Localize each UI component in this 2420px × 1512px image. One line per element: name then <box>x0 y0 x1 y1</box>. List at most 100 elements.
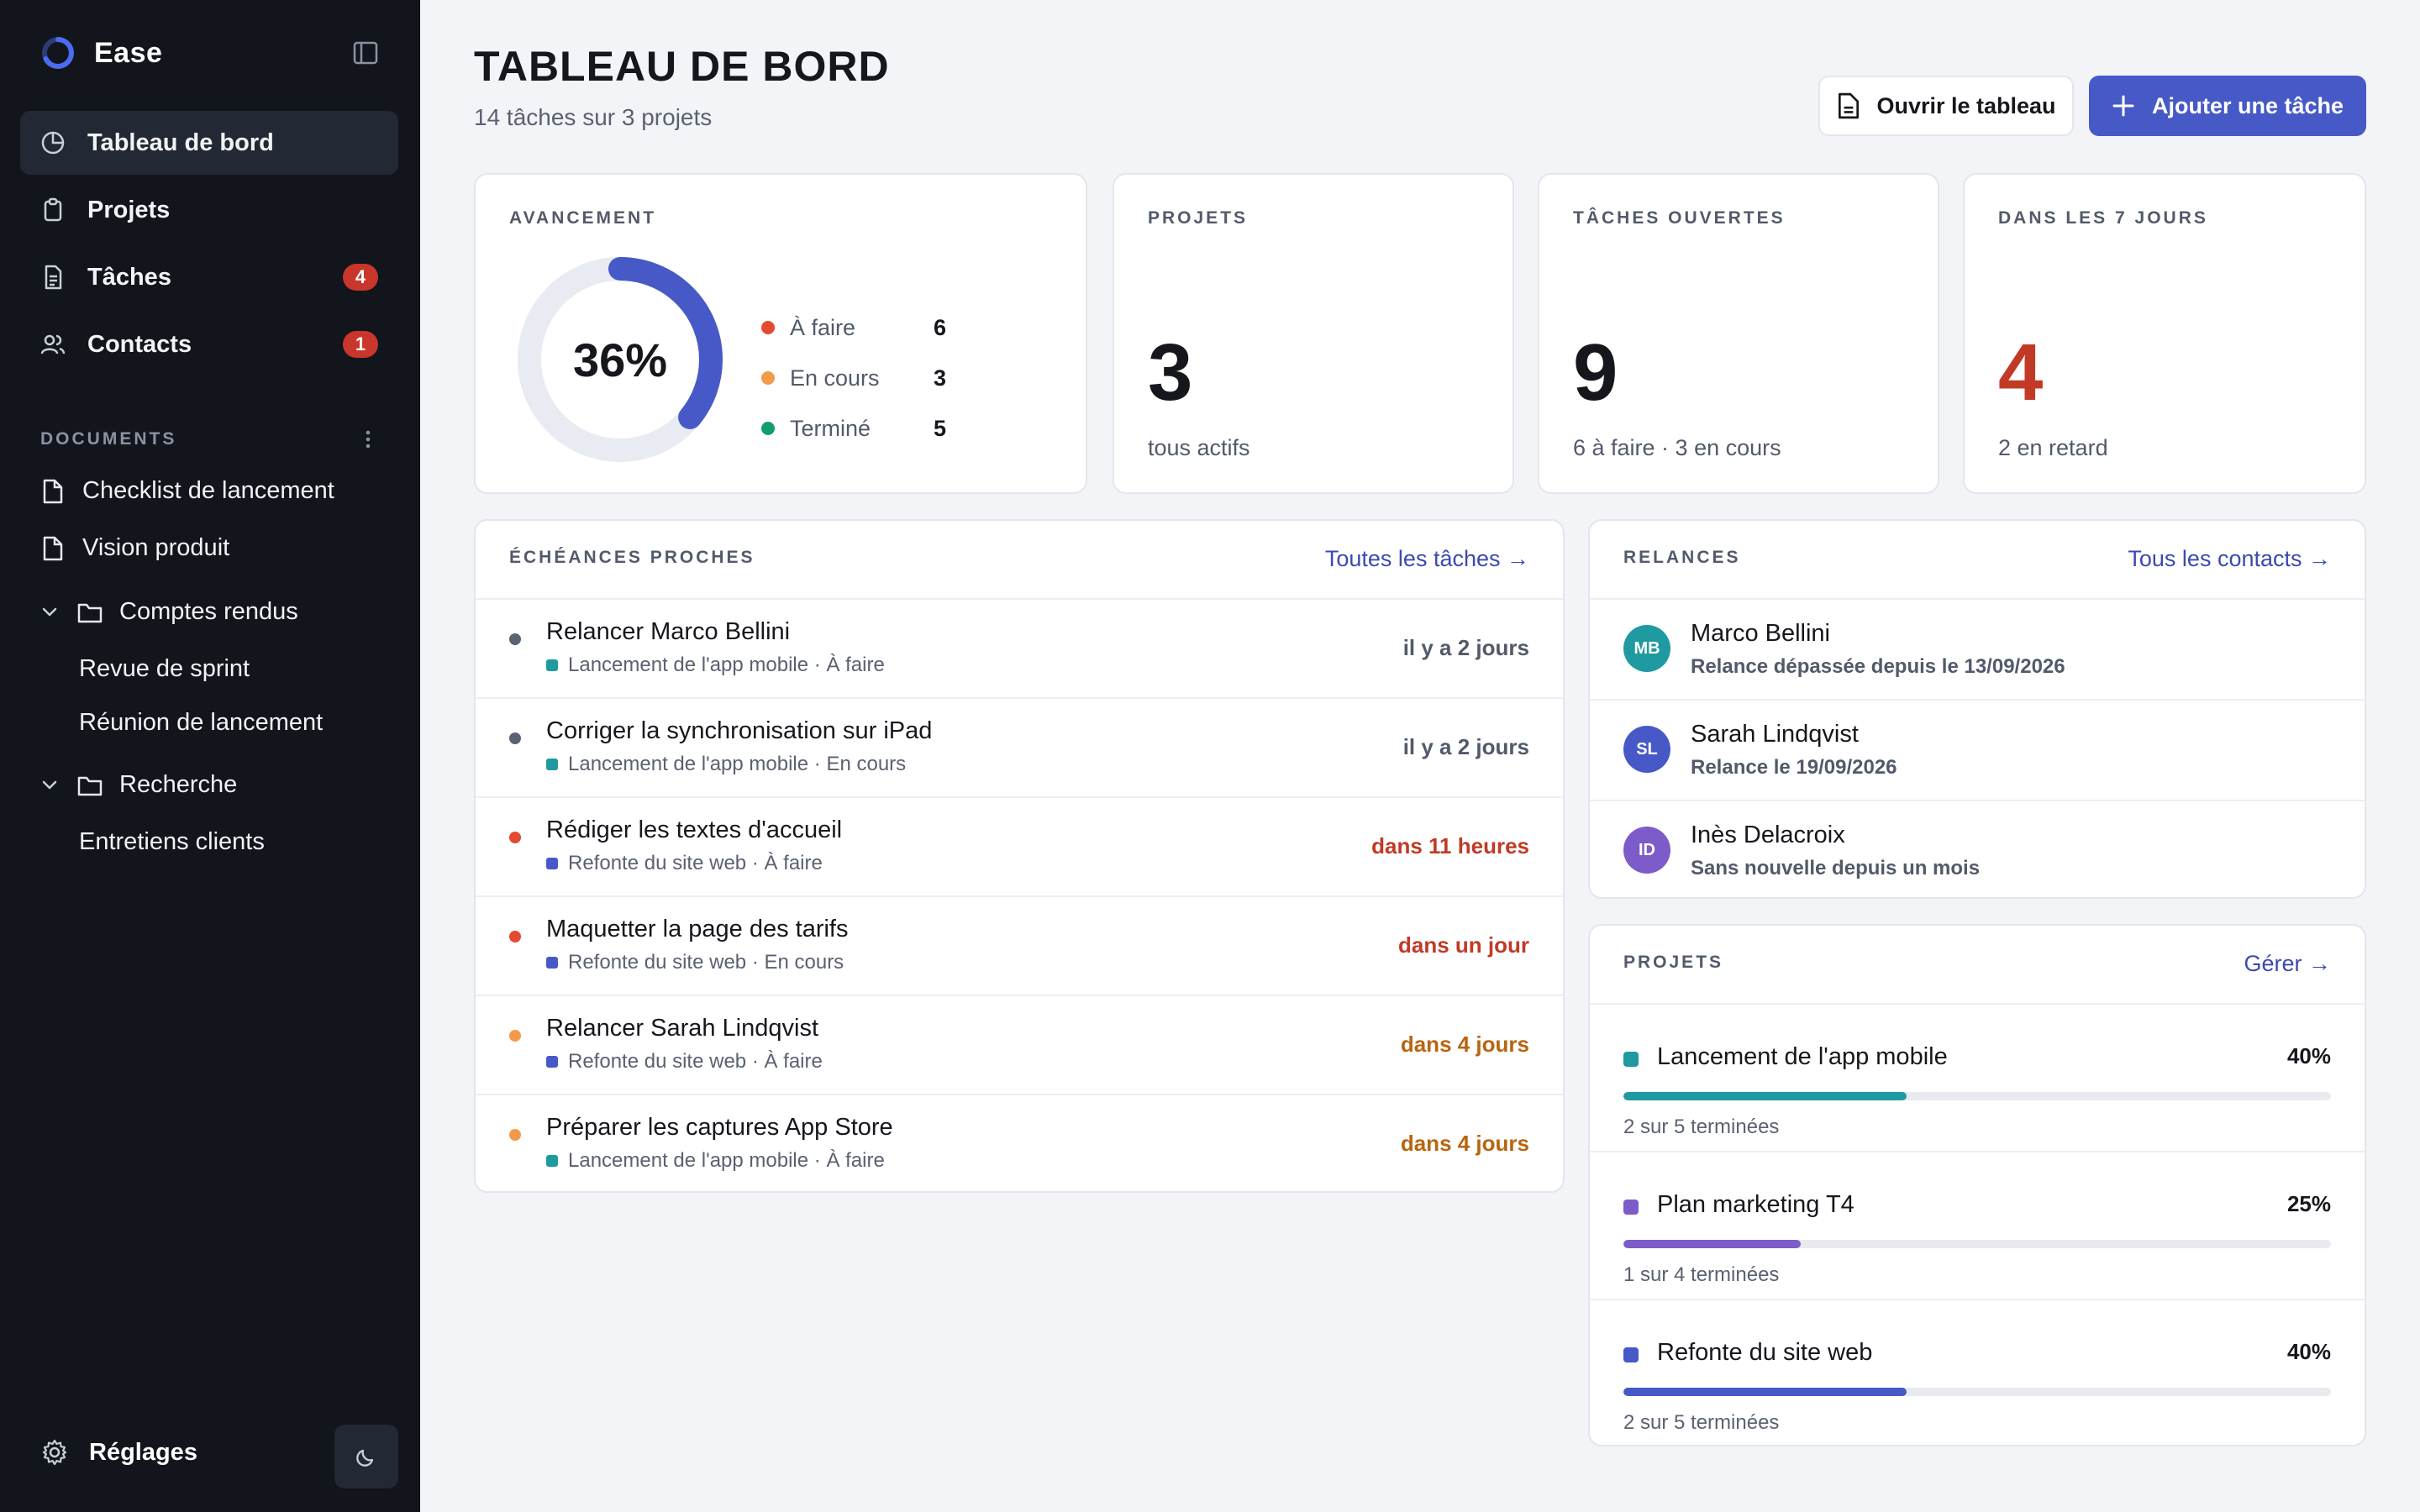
progress-percent: 36% <box>572 333 668 386</box>
deadline-row[interactable]: Maquetter la page des tarifs Refonte du … <box>476 895 1563 995</box>
manage-projects-link[interactable]: Gérer → <box>2244 951 2331 977</box>
all-contacts-link[interactable]: Tous les contacts → <box>2128 546 2331 572</box>
all-tasks-link[interactable]: Toutes les tâches → <box>1325 546 1529 572</box>
task-status: · À faire <box>813 1149 885 1172</box>
project-row[interactable]: Refonte du site web 40% 2 sur 5 terminée… <box>1590 1299 2365 1446</box>
followup-note: Relance le 19/09/2026 <box>1691 756 1897 779</box>
avatar: ID <box>1623 827 1670 874</box>
project-progress-fill <box>1623 1240 1801 1248</box>
collapse-sidebar-icon[interactable] <box>350 39 381 67</box>
project-percent: 40% <box>2286 1043 2331 1068</box>
folder-label: Recherche <box>119 771 238 798</box>
nav-item-tasks[interactable]: Tâches 4 <box>20 245 398 309</box>
project-progress-bar <box>1623 1388 2331 1396</box>
pie-chart-icon <box>39 129 67 157</box>
moon-icon <box>356 1449 374 1467</box>
doc-item-vision[interactable]: Vision produit <box>40 534 229 562</box>
doc-label: Vision produit <box>82 534 230 561</box>
deadlines-label: ÉCHÉANCES PROCHES <box>509 548 755 567</box>
open-board-button[interactable]: Ouvrir le tableau <box>1818 76 2074 136</box>
file-icon <box>1839 92 1860 119</box>
project-percent: 40% <box>2286 1339 2331 1364</box>
settings-link[interactable]: Réglages <box>40 1438 197 1467</box>
followups-list: MB Marco Bellini Relance dépassée depuis… <box>1590 598 2365 900</box>
followup-row[interactable]: SL Sarah Lindqvist Relance le 19/09/2026 <box>1590 699 2365 800</box>
add-task-button[interactable]: Ajouter une tâche <box>2089 76 2366 136</box>
nav-item-contacts[interactable]: Contacts 1 <box>20 312 398 376</box>
more-vertical-icon[interactable] <box>356 427 380 452</box>
folder-comptes-rendus[interactable]: Comptes rendus <box>40 598 298 626</box>
deadline-row[interactable]: Relancer Sarah Lindqvist Refonte du site… <box>476 995 1563 1094</box>
add-task-label: Ajouter une tâche <box>2151 92 2344 118</box>
doc-label: Entretiens clients <box>79 828 265 855</box>
followup-row[interactable]: MB Marco Bellini Relance dépassée depuis… <box>1590 598 2365 699</box>
folder-recherche[interactable]: Recherche <box>40 771 237 799</box>
nav-label: Contacts <box>87 330 192 358</box>
deadline-row[interactable]: Préparer les captures App Store Lancemen… <box>476 1094 1563 1193</box>
task-title: Relancer Sarah Lindqvist <box>546 1015 819 1042</box>
stat-label: PROJETS <box>1148 208 1249 228</box>
project-row[interactable]: Plan marketing T4 25% 1 sur 4 terminées <box>1590 1151 2365 1299</box>
legend-label: À faire <box>790 314 856 340</box>
legend-value: 6 <box>933 314 946 340</box>
stat-label: TÂCHES OUVERTES <box>1573 208 1786 228</box>
nav-item-dashboard[interactable]: Tableau de bord <box>20 111 398 175</box>
chevron-down-icon[interactable] <box>40 776 59 795</box>
task-status: · À faire <box>751 1050 823 1073</box>
task-status: · En cours <box>813 753 907 775</box>
doc-label: Checklist de lancement <box>82 477 334 504</box>
followup-row[interactable]: ID Inès Delacroix Sans nouvelle depuis u… <box>1590 800 2365 900</box>
doc-item-kickoff-meeting[interactable]: Réunion de lancement <box>79 709 323 737</box>
gear-icon <box>40 1438 69 1467</box>
project-summary: 1 sur 4 terminées <box>1623 1263 1780 1286</box>
projects-card: PROJETS Gérer → Lancement de l'app mobil… <box>1588 924 2366 1446</box>
task-due: il y a 2 jours <box>1402 734 1529 759</box>
app-name: Ease <box>94 36 163 69</box>
main-nav: Tableau de bord Projets Tâches 4 Contact… <box>20 111 398 380</box>
deadline-row[interactable]: Corriger la synchronisation sur iPad Lan… <box>476 697 1563 796</box>
nav-label: Tâches <box>87 263 171 291</box>
projects-list: Lancement de l'app mobile 40% 2 sur 5 te… <box>1590 1003 2365 1446</box>
doc-item-sprint-review[interactable]: Revue de sprint <box>79 655 250 683</box>
nav-item-projects[interactable]: Projets <box>20 178 398 242</box>
theme-toggle-button[interactable] <box>334 1425 398 1488</box>
doc-item-customer-interviews[interactable]: Entretiens clients <box>79 828 265 856</box>
stat-label: DANS LES 7 JOURS <box>1998 208 2208 228</box>
sidebar: Ease Tableau de bord Projets Tâches 4 Co… <box>0 0 420 1512</box>
brand[interactable]: Ease <box>40 32 162 74</box>
status-dot <box>509 732 521 744</box>
task-status: · À faire <box>751 852 823 874</box>
folder-label: Comptes rendus <box>119 598 298 625</box>
projects-label: PROJETS <box>1623 953 1724 972</box>
nav-label: Tableau de bord <box>87 129 274 156</box>
stat-card-projects: PROJETS 3 tous actifs <box>1113 173 1514 494</box>
task-project: Refonte du site web <box>568 852 747 874</box>
task-meta: Lancement de l'app mobile · En cours <box>546 753 906 776</box>
project-color-square <box>546 659 558 671</box>
project-row[interactable]: Lancement de l'app mobile 40% 2 sur 5 te… <box>1590 1003 2365 1151</box>
doc-item-checklist[interactable]: Checklist de lancement <box>40 477 334 505</box>
task-project: Lancement de l'app mobile <box>568 654 809 676</box>
followup-note: Sans nouvelle depuis un mois <box>1691 857 1981 879</box>
nav-label: Projets <box>87 196 171 223</box>
task-title: Maquetter la page des tarifs <box>546 916 849 942</box>
avatar: MB <box>1623 625 1670 672</box>
deadline-row[interactable]: Relancer Marco Bellini Lancement de l'ap… <box>476 598 1563 697</box>
stat-sub: tous actifs <box>1148 435 1250 460</box>
stat-card-open-tasks: TÂCHES OUVERTES 9 6 à faire · 3 en cours <box>1538 173 1939 494</box>
legend-value: 3 <box>933 365 946 391</box>
progress-card: AVANCEMENT 36% À faire 6 En cours 3 Term… <box>474 173 1087 494</box>
legend-label: En cours <box>790 365 880 391</box>
status-dot <box>509 931 521 942</box>
project-color-square <box>546 957 558 969</box>
legend-dot <box>761 371 775 385</box>
project-summary: 2 sur 5 terminées <box>1623 1116 1780 1138</box>
page-subtitle: 14 tâches sur 3 projets <box>474 104 713 130</box>
chevron-down-icon[interactable] <box>40 603 59 622</box>
file-icon <box>40 535 66 562</box>
task-title: Préparer les captures App Store <box>546 1114 893 1141</box>
progress-legend: À faire 6 En cours 3 Terminé 5 <box>761 302 946 454</box>
task-meta: Lancement de l'app mobile · À faire <box>546 1149 885 1173</box>
deadline-row[interactable]: Rédiger les textes d'accueil Refonte du … <box>476 796 1563 895</box>
plus-icon <box>2112 95 2134 117</box>
